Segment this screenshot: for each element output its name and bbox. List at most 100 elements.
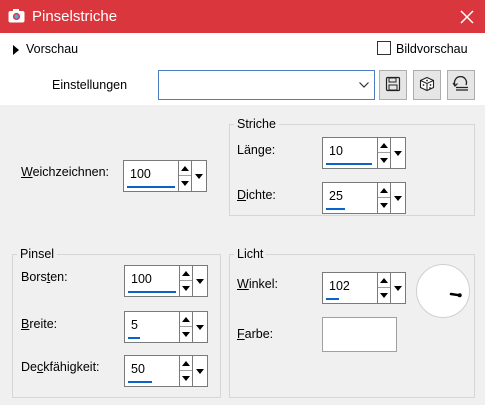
color-label-text: Farbe:: [237, 327, 274, 341]
angle-stepper[interactable]: [377, 272, 391, 304]
title-bar: Pinselstriche: [0, 0, 485, 33]
spin-down-icon[interactable]: [180, 327, 192, 342]
length-slider-button[interactable]: [390, 137, 406, 169]
spin-down-icon[interactable]: [378, 153, 390, 168]
angle-value: 102: [329, 279, 350, 293]
length-label: Länge:: [237, 143, 275, 157]
spin-up-icon[interactable]: [180, 266, 192, 281]
soften-stepper[interactable]: [178, 160, 192, 192]
opacity-slider-button[interactable]: [192, 355, 208, 387]
length-level-bar: [326, 163, 372, 165]
bristles-stepper[interactable]: [179, 265, 193, 297]
width-label-text: Breite:: [21, 317, 58, 331]
soften-input[interactable]: 100: [123, 160, 179, 192]
dropdown-arrow-icon: [195, 168, 203, 182]
randomize-button[interactable]: [413, 70, 441, 100]
soften-label-text: eichzeichnen:: [32, 165, 110, 179]
spin-up-icon[interactable]: [180, 356, 192, 371]
light-group-title: Licht: [234, 247, 267, 261]
brush-group-title: Pinsel: [17, 247, 58, 261]
density-level-bar: [326, 208, 345, 210]
density-value: 25: [329, 189, 343, 203]
width-stepper[interactable]: [179, 311, 193, 343]
width-slider-button[interactable]: [192, 311, 208, 343]
spin-down-icon[interactable]: [378, 198, 390, 213]
dropdown-arrow-icon: [394, 190, 402, 204]
opacity-value: 50: [131, 362, 145, 376]
length-input[interactable]: 10: [322, 137, 378, 169]
bristles-value: 100: [131, 272, 152, 286]
save-icon: [385, 76, 401, 95]
angle-spinner[interactable]: 102: [322, 272, 406, 304]
density-stepper[interactable]: [377, 182, 391, 214]
reset-button[interactable]: [447, 70, 475, 100]
settings-dropdown[interactable]: [158, 70, 375, 100]
chevron-down-icon[interactable]: [354, 71, 374, 99]
width-value: 5: [131, 318, 138, 332]
spin-up-icon[interactable]: [180, 312, 192, 327]
bristles-spinner[interactable]: 100: [124, 265, 208, 297]
length-label-text: Länge:: [237, 143, 276, 157]
save-button[interactable]: [379, 70, 407, 100]
soften-level-bar: [127, 186, 175, 188]
length-value: 10: [329, 144, 343, 158]
density-label: Dichte:: [237, 188, 276, 202]
camera-icon: [8, 8, 25, 23]
width-input[interactable]: 5: [124, 311, 180, 343]
bristles-slider-button[interactable]: [192, 265, 208, 297]
spin-down-icon[interactable]: [180, 371, 192, 386]
angle-label-text: Winkel:: [237, 277, 278, 291]
dropdown-arrow-icon: [394, 280, 402, 294]
soften-spinner[interactable]: 100: [123, 160, 207, 192]
dice-icon: [419, 76, 435, 95]
dropdown-arrow-icon: [394, 145, 402, 159]
strokes-group-title: Striche: [234, 117, 279, 131]
density-input[interactable]: 25: [322, 182, 378, 214]
soften-value: 100: [130, 167, 151, 181]
angle-input[interactable]: 102: [322, 272, 378, 304]
angle-dial[interactable]: [416, 264, 470, 318]
preview-label[interactable]: Vorschau: [26, 42, 78, 56]
angle-level-bar: [326, 298, 339, 300]
opacity-stepper[interactable]: [179, 355, 193, 387]
angle-dial-needle: [449, 292, 462, 298]
color-label: Farbe:: [237, 327, 273, 341]
width-label: Breite:: [21, 317, 57, 331]
spin-down-icon[interactable]: [180, 281, 192, 296]
angle-label: Winkel:: [237, 277, 278, 291]
image-preview-checkbox[interactable]: [377, 41, 391, 55]
bristles-label: Borsten:: [21, 270, 68, 284]
dropdown-arrow-icon: [196, 319, 204, 333]
density-slider-button[interactable]: [390, 182, 406, 214]
spin-up-icon[interactable]: [378, 183, 390, 198]
soften-slider-button[interactable]: [191, 160, 207, 192]
angle-slider-button[interactable]: [390, 272, 406, 304]
opacity-input[interactable]: 50: [124, 355, 180, 387]
close-icon[interactable]: [449, 0, 485, 33]
spin-down-icon[interactable]: [378, 288, 390, 303]
width-level-bar: [128, 337, 140, 339]
soften-label: Weichzeichnen:: [21, 165, 110, 179]
opacity-label-text: Deckfähigkeit:: [21, 360, 100, 374]
dropdown-arrow-icon: [196, 273, 204, 287]
bristles-label-text: Borsten:: [21, 270, 68, 284]
dropdown-arrow-icon: [196, 363, 204, 377]
light-color-swatch[interactable]: [322, 317, 397, 352]
settings-label: Einstellungen: [52, 78, 128, 92]
spin-up-icon[interactable]: [378, 138, 390, 153]
reset-icon: [452, 75, 470, 95]
density-spinner[interactable]: 25: [322, 182, 406, 214]
bristles-level-bar: [128, 291, 176, 293]
density-label-text: Dichte:: [237, 188, 276, 202]
spin-up-icon[interactable]: [378, 273, 390, 288]
width-spinner[interactable]: 5: [124, 311, 208, 343]
opacity-spinner[interactable]: 50: [124, 355, 208, 387]
expand-arrow-icon[interactable]: [13, 44, 19, 58]
image-preview-label[interactable]: Bildvorschau: [396, 42, 468, 56]
length-stepper[interactable]: [377, 137, 391, 169]
spin-down-icon[interactable]: [179, 176, 191, 191]
opacity-level-bar: [128, 381, 152, 383]
length-spinner[interactable]: 10: [322, 137, 406, 169]
bristles-input[interactable]: 100: [124, 265, 180, 297]
spin-up-icon[interactable]: [179, 161, 191, 176]
